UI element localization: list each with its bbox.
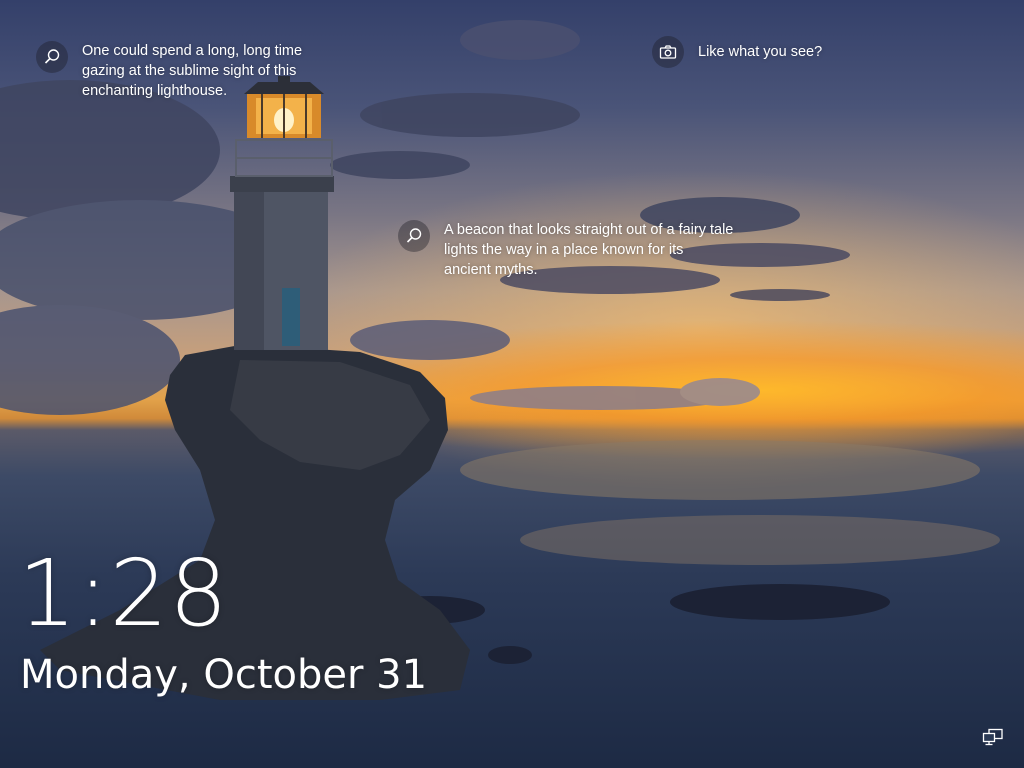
- camera-icon[interactable]: [652, 36, 684, 68]
- horizon-clouds: [470, 378, 760, 410]
- lock-screen-date: Monday, October 31: [20, 652, 428, 698]
- lock-screen[interactable]: One could spend a long, long time gazing…: [0, 0, 1024, 768]
- like-prompt-text[interactable]: Like what you see?: [698, 42, 858, 62]
- spotlight-tip-text[interactable]: A beacon that looks straight out of a fa…: [444, 220, 734, 280]
- sea-reflection: [460, 440, 1000, 565]
- search-icon[interactable]: [398, 220, 430, 252]
- spotlight-like-prompt[interactable]: Like what you see?: [652, 36, 858, 68]
- lock-screen-time: 1:28: [18, 540, 229, 647]
- spotlight-tip-lighthouse[interactable]: One could spend a long, long time gazing…: [36, 41, 322, 101]
- search-icon[interactable]: [36, 41, 68, 73]
- spotlight-tip-text[interactable]: One could spend a long, long time gazing…: [82, 41, 322, 101]
- network-monitor-icon[interactable]: [982, 728, 1004, 746]
- spotlight-tip-beacon[interactable]: A beacon that looks straight out of a fa…: [398, 220, 734, 280]
